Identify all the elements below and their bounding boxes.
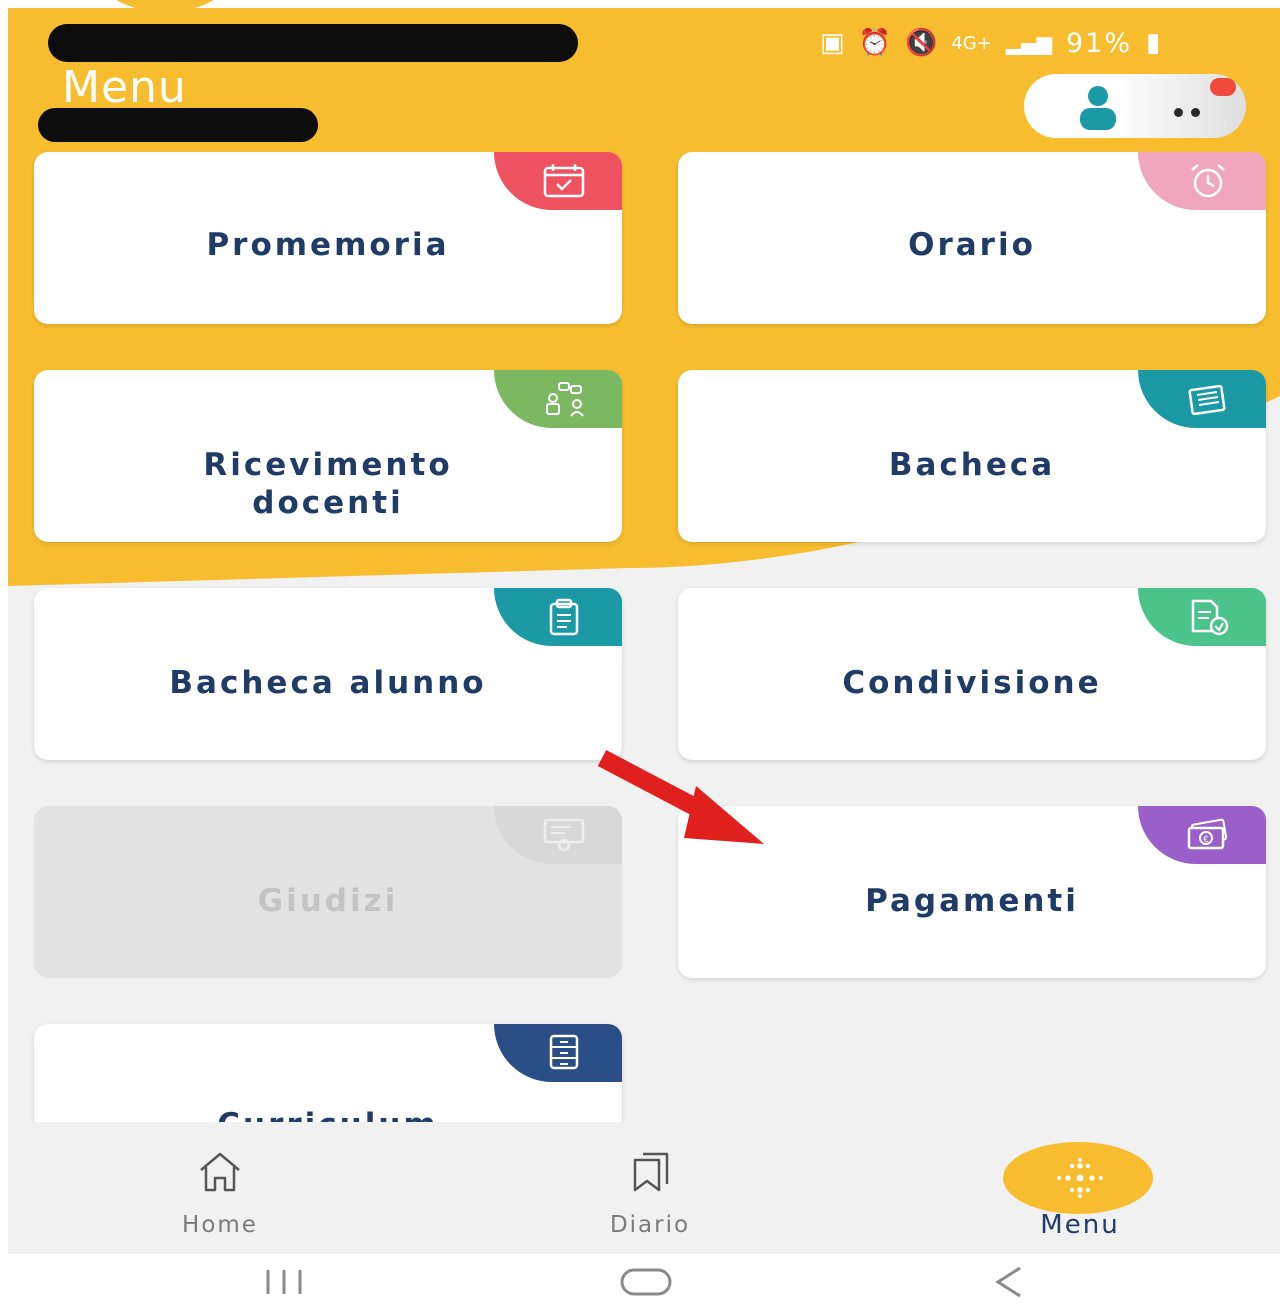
badge xyxy=(494,152,622,210)
nav-label: Diario xyxy=(609,1212,691,1238)
bookmarks-icon xyxy=(633,1152,669,1192)
card-bacheca[interactable]: Bacheca xyxy=(678,370,1266,542)
card-orario[interactable]: Orario xyxy=(678,152,1266,324)
calendar-check-icon xyxy=(543,164,585,198)
battery-icon: ▮ xyxy=(1145,28,1161,58)
document-share-icon xyxy=(1191,599,1229,636)
nav-diario[interactable]: Diario xyxy=(500,1122,800,1254)
badge xyxy=(494,1024,622,1082)
home-system-button[interactable] xyxy=(616,1262,676,1302)
badge xyxy=(494,370,622,428)
badge: € xyxy=(1138,806,1266,864)
user-icon xyxy=(1080,86,1116,130)
certificate-icon xyxy=(543,818,585,852)
redacted-subtitle xyxy=(38,108,318,142)
card-label: Promemoria xyxy=(206,227,450,263)
signal-icon: ▂▄▆ xyxy=(1005,31,1052,55)
more-dots-icon xyxy=(1174,102,1208,121)
money-icon: € xyxy=(1187,818,1228,850)
profile-switcher[interactable] xyxy=(1024,74,1246,138)
card-ricevimento-docenti[interactable]: Ricevimento docenti xyxy=(34,370,622,542)
card-giudizi: Giudizi xyxy=(34,806,622,978)
redacted-name xyxy=(48,24,578,62)
red-arrow-annotation xyxy=(597,750,764,844)
card-condivisione[interactable]: Condivisione xyxy=(678,588,1266,760)
bottom-navigation: Home Diario Menu xyxy=(8,1122,1280,1254)
notification-dot xyxy=(1210,78,1236,96)
card-bacheca-alunno[interactable]: Bacheca alunno xyxy=(34,588,622,760)
screenshot-icon: ▣ xyxy=(820,28,845,58)
card-label-line2: docenti xyxy=(252,485,404,521)
page-title: Menu xyxy=(62,62,187,113)
app-screen: ▣ ⏰ 🔇 4G+ ▂▄▆ 91% ▮ Menu Promemoria Orar… xyxy=(8,8,1280,1311)
svg-text:€: € xyxy=(1203,835,1209,845)
dots-grid-icon xyxy=(1057,1158,1103,1198)
back-button[interactable] xyxy=(980,1262,1040,1302)
card-promemoria[interactable]: Promemoria xyxy=(34,152,622,324)
alarm-icon: ⏰ xyxy=(858,28,891,58)
cabinet-icon xyxy=(549,1034,579,1070)
status-icons: ▣ ⏰ 🔇 4G+ ▂▄▆ 91% ▮ xyxy=(820,27,1161,59)
meeting-icon xyxy=(546,382,584,417)
recent-apps-button[interactable] xyxy=(256,1262,316,1302)
badge xyxy=(1138,370,1266,428)
status-bar: ▣ ⏰ 🔇 4G+ ▂▄▆ 91% ▮ xyxy=(8,8,1280,78)
home-icon xyxy=(200,1152,240,1192)
battery-percent: 91% xyxy=(1065,27,1132,59)
card-label: Giudizi xyxy=(257,883,399,919)
mute-icon: 🔇 xyxy=(904,28,938,58)
nav-label: Home xyxy=(182,1212,258,1238)
nav-home[interactable]: Home xyxy=(70,1122,370,1254)
badge xyxy=(1138,588,1266,646)
badge xyxy=(1138,152,1266,210)
nav-menu-label: Menu xyxy=(1040,1210,1120,1240)
network-4g-icon: 4G+ xyxy=(951,32,992,54)
system-navigation-bar xyxy=(8,1254,1280,1311)
card-label: Bacheca alunno xyxy=(169,665,487,701)
badge xyxy=(494,588,622,646)
card-label: Condivisione xyxy=(842,665,1102,701)
nav-menu-button[interactable] xyxy=(1003,1142,1153,1214)
card-label: Pagamenti xyxy=(865,883,1079,919)
card-label: Orario xyxy=(908,227,1036,263)
card-label-line1: Ricevimento xyxy=(203,447,453,483)
notice-board-icon xyxy=(1188,384,1226,416)
alarm-clock-icon xyxy=(1191,164,1225,198)
clipboard-icon xyxy=(549,598,579,636)
card-label: Bacheca xyxy=(888,447,1056,483)
